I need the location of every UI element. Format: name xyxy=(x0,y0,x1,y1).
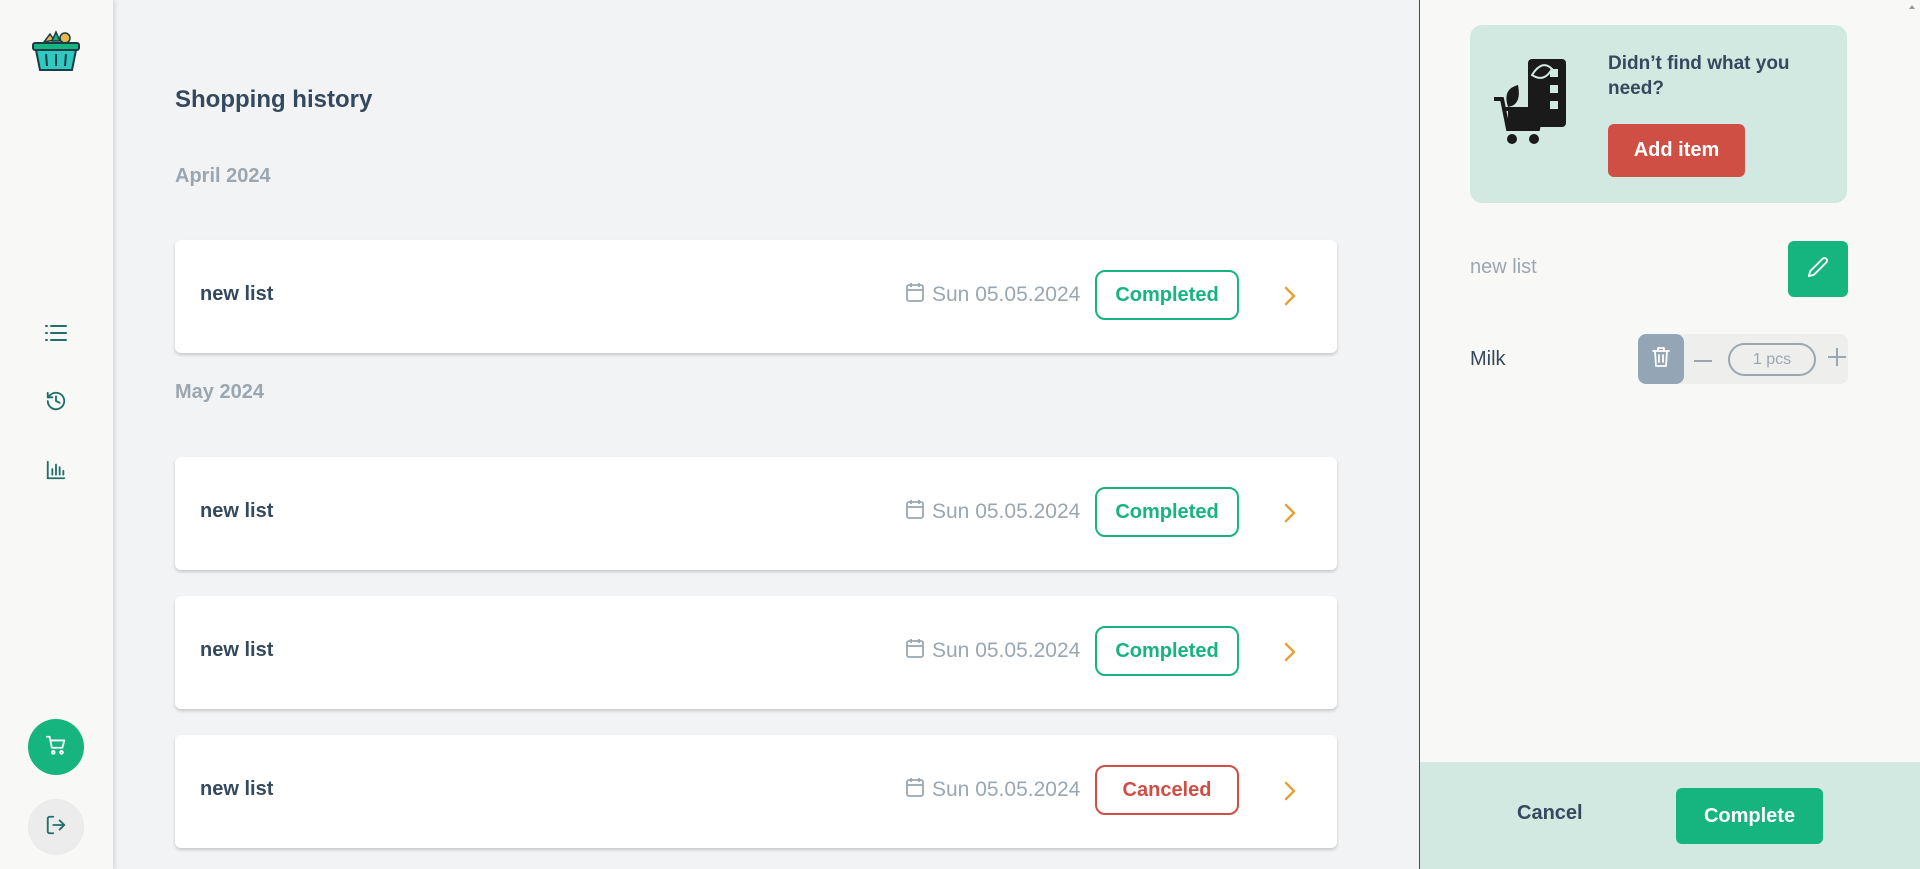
date-text: Sun 05.05.2024 xyxy=(932,639,1081,662)
quantity-value[interactable]: 1 pcs xyxy=(1728,343,1816,376)
bar-chart-icon[interactable] xyxy=(40,454,72,486)
pencil-icon xyxy=(1807,256,1829,283)
delete-item-button[interactable] xyxy=(1638,334,1684,384)
logout-icon xyxy=(45,814,67,841)
list-name: new list xyxy=(200,500,274,522)
history-card[interactable]: new list Sun 05.05.2024 Completed xyxy=(175,240,1337,353)
page-title: Shopping history xyxy=(175,86,373,113)
shopping-checklist-icon xyxy=(1492,55,1570,149)
chevron-right-icon[interactable] xyxy=(1275,637,1305,667)
calendar-icon xyxy=(906,499,924,525)
date-text: Sun 05.05.2024 xyxy=(932,500,1081,523)
cart-icon xyxy=(45,734,67,761)
panel-footer: Cancel Complete xyxy=(1420,762,1920,869)
status-badge[interactable]: Completed xyxy=(1095,270,1239,320)
cancel-button[interactable]: Cancel xyxy=(1517,802,1583,825)
chevron-right-icon[interactable] xyxy=(1275,281,1305,311)
chevron-right-icon[interactable] xyxy=(1275,776,1305,806)
minus-icon xyxy=(1693,350,1713,368)
history-card[interactable]: new list Sun 05.05.2024 Completed xyxy=(175,457,1337,570)
add-item-button[interactable]: Add item xyxy=(1608,124,1745,177)
sidebar xyxy=(0,0,113,869)
current-list-name: new list xyxy=(1470,256,1537,278)
list-date: Sun 05.05.2024 xyxy=(906,499,1080,525)
list-date: Sun 05.05.2024 xyxy=(906,638,1080,664)
item-name: Milk xyxy=(1470,348,1506,370)
date-text: Sun 05.05.2024 xyxy=(932,778,1081,801)
chevron-right-icon[interactable] xyxy=(1275,498,1305,528)
list-name: new list xyxy=(200,778,274,800)
plus-icon xyxy=(1827,347,1847,372)
list-icon[interactable] xyxy=(40,317,72,349)
calendar-icon xyxy=(906,282,924,308)
quantity-stepper: 1 pcs xyxy=(1638,334,1848,384)
status-badge[interactable]: Canceled xyxy=(1095,765,1239,815)
edit-list-name-button[interactable] xyxy=(1788,241,1848,297)
grocery-basket-logo-icon[interactable] xyxy=(30,28,82,74)
date-text: Sun 05.05.2024 xyxy=(932,283,1081,306)
calendar-icon xyxy=(906,638,924,664)
calendar-icon xyxy=(906,777,924,803)
increase-quantity-button[interactable] xyxy=(1822,344,1852,374)
history-icon[interactable] xyxy=(40,385,72,417)
add-item-promo: Didn’t find what you need? Add item xyxy=(1470,25,1847,203)
list-name: new list xyxy=(200,639,274,661)
shopping-list-panel: Didn’t find what you need? Add item new … xyxy=(1419,0,1920,869)
status-badge[interactable]: Completed xyxy=(1095,487,1239,537)
decrease-quantity-button[interactable] xyxy=(1688,344,1718,374)
list-date: Sun 05.05.2024 xyxy=(906,282,1080,308)
complete-button[interactable]: Complete xyxy=(1676,788,1823,844)
scrollbar[interactable] xyxy=(1904,0,1920,762)
status-badge[interactable]: Completed xyxy=(1095,626,1239,676)
history-card[interactable]: new list Sun 05.05.2024 Completed xyxy=(175,596,1337,709)
logout-button[interactable] xyxy=(28,799,84,855)
cart-button[interactable] xyxy=(28,719,84,775)
list-name: new list xyxy=(200,283,274,305)
list-date: Sun 05.05.2024 xyxy=(906,777,1080,803)
month-heading: May 2024 xyxy=(175,381,264,403)
promo-text: Didn’t find what you need? xyxy=(1608,53,1790,99)
month-heading: April 2024 xyxy=(175,165,271,187)
history-card[interactable]: new list Sun 05.05.2024 Canceled xyxy=(175,735,1337,848)
trash-icon xyxy=(1651,346,1671,373)
